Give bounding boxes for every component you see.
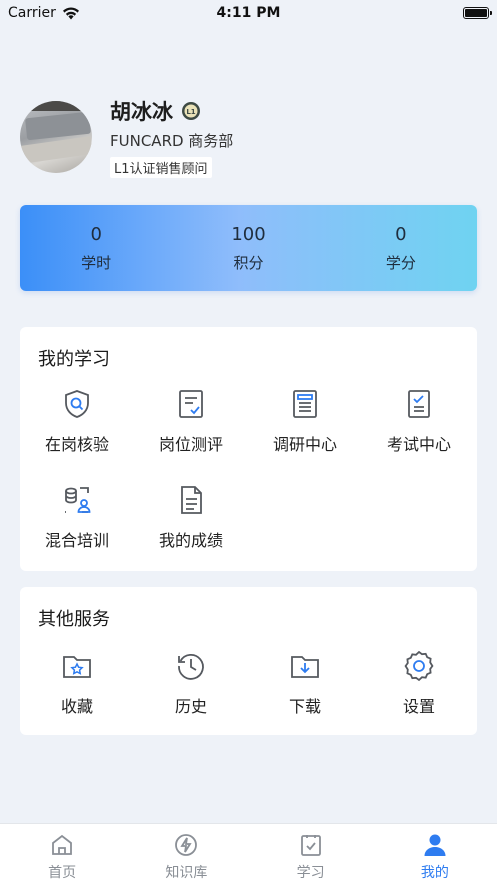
my-learning-section: 我的学习 在岗核验 岗位测评 调研中心 考试中心 混合培训 我的成绩: [20, 327, 477, 571]
level-tag: L1认证销售顾问: [110, 157, 212, 178]
checklist-icon: [179, 390, 203, 418]
grid-item-settings[interactable]: 设置: [362, 649, 476, 717]
grid-item-label: 下载: [288, 697, 321, 716]
grid-item-label: 收藏: [60, 697, 93, 716]
stat-label: 学时: [81, 253, 112, 272]
section-title: 其他服务: [38, 609, 110, 630]
study-icon: [300, 835, 321, 856]
profile-header[interactable]: 胡冰冰 L1 FUNCARD 商务部 L1认证销售顾问: [20, 96, 233, 178]
user-icon: [424, 834, 446, 856]
stat-study-hours[interactable]: 0 学时: [20, 224, 172, 273]
stat-value: 0: [395, 223, 407, 245]
mixed-training-icon: [65, 487, 91, 513]
grid-item-position-assessment[interactable]: 岗位测评: [134, 387, 248, 483]
lightning-icon: [175, 834, 198, 856]
favorite-folder-icon: [63, 656, 91, 678]
tab-home[interactable]: 首页: [0, 824, 124, 883]
grid-item-label: 在岗核验: [44, 435, 109, 454]
other-services-section: 其他服务 收藏 历史 下载 设置: [20, 587, 477, 735]
survey-icon: [293, 390, 317, 418]
profile-info: 胡冰冰 L1 FUNCARD 商务部 L1认证销售顾问: [110, 96, 233, 178]
grid-item-downloads[interactable]: 下载: [248, 649, 362, 717]
user-name: 胡冰冰: [110, 100, 173, 124]
grid-item-label: 我的成绩: [158, 531, 223, 550]
grid-item-history[interactable]: 历史: [134, 649, 248, 717]
tab-study[interactable]: 学习: [249, 824, 373, 883]
grid-item-my-grades[interactable]: 我的成绩: [134, 483, 248, 579]
status-bar: Carrier 4:11 PM: [0, 0, 497, 26]
user-department: FUNCARD 商务部: [110, 132, 234, 150]
status-time: 4:11 PM: [216, 5, 281, 21]
battery-icon: [463, 7, 492, 19]
grid-item-survey-center[interactable]: 调研中心: [248, 387, 362, 483]
tab-label: 知识库: [165, 865, 208, 881]
avatar[interactable]: [20, 101, 92, 173]
shield-search-icon: [65, 390, 89, 418]
grid-item-label: 设置: [402, 697, 435, 716]
tab-mine[interactable]: 我的: [373, 824, 497, 883]
grid-item-label: 岗位测评: [158, 435, 223, 454]
section-title: 我的学习: [38, 349, 110, 370]
tab-label: 学习: [296, 865, 325, 881]
grid-item-mixed-training[interactable]: 混合培训: [20, 483, 134, 579]
stat-value: 0: [90, 223, 102, 245]
tab-knowledge-base[interactable]: 知识库: [124, 824, 248, 883]
stat-credits[interactable]: 0 学分: [325, 224, 477, 273]
history-icon: [178, 654, 204, 680]
tab-label: 我的: [420, 865, 449, 881]
wifi-icon: [62, 6, 79, 19]
stat-label: 学分: [385, 253, 416, 272]
grid-item-onsite-verify[interactable]: 在岗核验: [20, 387, 134, 483]
home-icon: [52, 834, 73, 855]
stat-label: 积分: [233, 253, 264, 272]
grid-item-label: 调研中心: [272, 435, 337, 454]
gear-icon: [404, 650, 434, 682]
grid-item-label: 历史: [174, 697, 207, 716]
document-icon: [181, 486, 202, 514]
stats-card: 0 学时 100 积分 0 学分: [20, 205, 477, 291]
svg-text:L1: L1: [186, 108, 195, 116]
grid-item-label: 混合培训: [44, 531, 109, 550]
grid-item-label: 考试中心: [386, 435, 451, 454]
exam-icon: [408, 390, 430, 418]
grid-item-favorites[interactable]: 收藏: [20, 649, 134, 717]
stat-points[interactable]: 100 积分: [172, 224, 324, 273]
bottom-tab-bar: 首页 知识库 学习 我的: [0, 823, 497, 883]
l1-badge-icon: L1: [182, 102, 200, 120]
download-folder-icon: [291, 656, 319, 678]
stat-value: 100: [231, 223, 266, 245]
carrier-label: Carrier: [8, 5, 56, 21]
grid-item-exam-center[interactable]: 考试中心: [362, 387, 476, 483]
tab-label: 首页: [48, 865, 77, 881]
status-left: Carrier: [8, 5, 80, 21]
